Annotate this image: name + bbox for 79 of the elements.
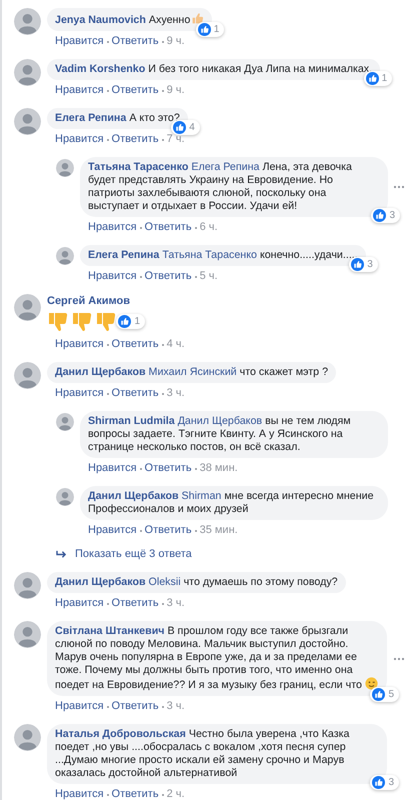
more-options-icon[interactable] [393, 656, 405, 660]
reply-link[interactable]: Ответить [112, 597, 159, 610]
like-link[interactable]: Нравится [88, 221, 137, 234]
comment-bubble: Jenya Naumovich Ахуенно [47, 8, 212, 31]
reply-link[interactable]: Ответить [112, 133, 159, 146]
like-link[interactable]: Нравится [55, 700, 104, 713]
timestamp: 2 ч. [166, 788, 185, 800]
avatar[interactable] [14, 362, 41, 389]
like-link[interactable]: Нравится [55, 133, 104, 146]
thumbs-up-icon [198, 23, 211, 36]
thumbs-up-icon [372, 776, 386, 789]
avatar[interactable] [14, 294, 41, 321]
comment-bubble: Елега Репина А кто это? [47, 108, 188, 129]
like-link[interactable]: Нравится [55, 387, 104, 400]
avatar[interactable] [14, 621, 41, 648]
comment-bubble: Татьяна Тарасенко Елега Репина Лена, эта девочка будет представлять Украину на Евровидение. Но патриоты захлебываютя слюной, поскольку она выступает и отдыхает в России. Удачи ей! [80, 157, 388, 217]
comment-bubble: Данил Щербаков Oleksii что думаешь по этому поводу? [47, 572, 346, 593]
like-link[interactable]: Нравится [88, 270, 137, 283]
reaction-count: 4 [189, 121, 195, 134]
timestamp: 35 мин. [200, 524, 238, 537]
author-name[interactable]: Сергей Акимов [47, 294, 130, 308]
reaction-count: 1 [214, 23, 220, 36]
comment-bubble: Данил Щербаков Михаил Ясинский что скажет мэтр ? [47, 362, 336, 383]
comment-bubble: Vadim Korshenko И без того никакая Дуа Липа на минималках. [47, 59, 380, 80]
reply-link[interactable]: Ответить [112, 338, 159, 351]
comment-bubble: Наталья Добровольская Честно была уверена ,что Казка поедет ,но увы ....обосралась с вокалом ,хотя песня супер ...Думаю многие просто искали ей замену срочно и Марув оказалась достойной альтернативой [47, 724, 387, 784]
thumbs-up-icon [173, 121, 186, 134]
avatar[interactable] [56, 488, 74, 506]
timestamp: 5 ч. [200, 270, 218, 283]
show-more-replies-link[interactable]: Показать ещё 3 ответа [56, 548, 405, 561]
reaction-count: 3 [367, 258, 373, 271]
like-link[interactable]: Нравится [88, 524, 137, 537]
avatar[interactable] [14, 8, 41, 35]
avatar[interactable] [14, 572, 41, 599]
reply-link[interactable]: Ответить [144, 270, 192, 283]
timestamp: 9 ч. [166, 84, 185, 97]
like-link[interactable]: Нравится [55, 788, 104, 800]
timestamp: 3 ч. [166, 700, 185, 713]
reaction-count: 1 [134, 315, 140, 328]
thumbs-up-icon [373, 209, 386, 222]
avatar[interactable] [56, 413, 74, 431]
timestamp: 38 мин. [200, 462, 238, 475]
like-link[interactable]: Нравится [88, 462, 137, 475]
reply-link[interactable]: Ответить [144, 462, 192, 475]
avatar[interactable] [56, 247, 74, 265]
avatar[interactable] [14, 108, 41, 135]
reply-link[interactable]: Ответить [112, 84, 159, 97]
reply-link[interactable]: Ответить [112, 387, 159, 400]
reply-link[interactable]: Ответить [112, 35, 159, 48]
like-link[interactable]: Нравится [55, 338, 104, 351]
reply-link[interactable]: Ответить [144, 221, 192, 234]
timestamp: 6 ч. [200, 221, 218, 234]
thumbs-up-icon [372, 688, 386, 701]
reply-link[interactable]: Ответить [112, 700, 159, 713]
reply-link[interactable]: Ответить [112, 788, 159, 800]
timestamp: 4 ч. [166, 338, 185, 351]
comment-bubble: Світлана Штанкевич В прошлом году все также брызгали слюной по поводу Меловина. Мальчик выступил достойно. Марув очень популярна в Европе уже, да и за пределами ее тоже. Почему мы должны быть против того, что именно она поедет на Евровидение?? И я за музыку без границ, если что [47, 621, 387, 696]
like-link[interactable]: Нравится [55, 84, 104, 97]
like-link[interactable]: Нравится [55, 597, 104, 610]
avatar[interactable] [56, 159, 74, 177]
thumbs-up-icon [366, 72, 379, 85]
reaction-count: 3 [389, 209, 395, 222]
thumbs-up-icon [118, 315, 132, 328]
reply-arrow-icon [56, 550, 67, 559]
reaction-count: 1 [382, 72, 388, 85]
more-options-icon[interactable] [393, 185, 405, 189]
timestamp: 9 ч. [166, 35, 185, 48]
avatar[interactable] [14, 724, 41, 751]
timestamp: 7 ч. [166, 133, 185, 146]
like-link[interactable]: Нравится [55, 35, 104, 48]
timestamp: 3 ч. [166, 597, 185, 610]
comment-bubble: Shirman Ludmila Данил Щербаков вы не тем людям вопросы задаете. Тэгните Квинту. А у Ясинского на странице несколько постов, он всё сказал. [80, 411, 388, 458]
comment-bubble: Елега Репина Татьяна Тарасенко конечно.....удачи..... [80, 245, 366, 266]
comment-bubble: Данил Щербаков Shirman мне всегда интересно мнение Профессионалов и моих друзей [80, 486, 388, 520]
timestamp: 3 ч. [166, 387, 185, 400]
reaction-count: 5 [388, 688, 394, 701]
avatar[interactable] [14, 59, 41, 86]
reply-link[interactable]: Ответить [144, 524, 192, 537]
reaction-count: 3 [388, 776, 394, 789]
